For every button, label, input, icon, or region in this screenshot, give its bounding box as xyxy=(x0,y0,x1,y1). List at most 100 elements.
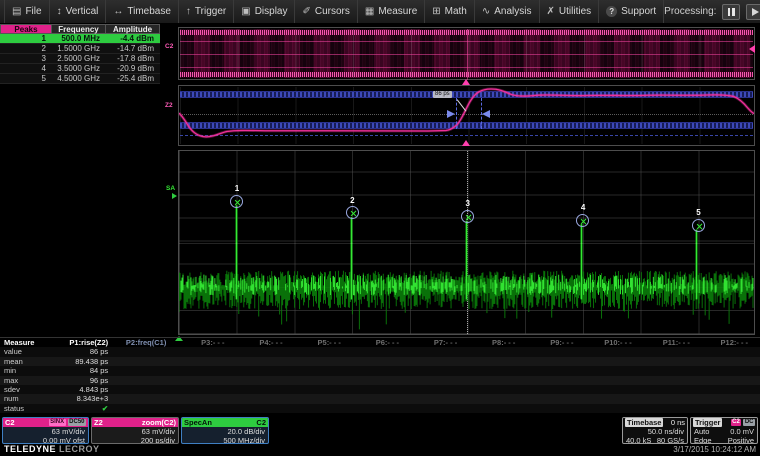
specan-descriptor-box[interactable]: SpecAn C2 20.0 dB/div 500 MHz/div xyxy=(181,417,269,444)
measure-value xyxy=(178,376,236,385)
peak-amplitude: -4.4 dBm xyxy=(106,34,160,43)
measure-col-header[interactable]: P2:freq(C1) xyxy=(120,338,178,347)
measure-value xyxy=(586,385,644,394)
spectrum-panel[interactable]: 12345 xyxy=(178,150,755,335)
z2-channel-marker: Z2 xyxy=(165,103,173,109)
measure-header-row: MeasureP1:rise(Z2)P2:freq(C1)P3:- - -P4:… xyxy=(0,338,760,347)
measure-value xyxy=(469,366,527,375)
measure-row-label: num xyxy=(0,394,62,403)
peak-row-5[interactable]: 5 4.5000 GHz -25.4 dBm xyxy=(0,74,160,84)
utilities-icon: ✗ xyxy=(547,6,555,17)
measure-value xyxy=(178,357,236,366)
timebase-box[interactable]: Timebase 0 ns 50.0 ns/div 40.0 kS 80 GS/… xyxy=(622,417,688,444)
measure-value xyxy=(120,394,178,403)
peak-marker-1[interactable] xyxy=(230,195,243,208)
z2-volts-per-div: 63 mV/div xyxy=(142,427,175,436)
measure-value xyxy=(644,385,702,394)
measure-value xyxy=(120,357,178,366)
c2-descriptor-box[interactable]: C2 SINX DC50 63 mV/div 0.00 mV ofst xyxy=(2,417,89,444)
c2-label: C2 xyxy=(5,418,15,427)
z2-descriptor-box[interactable]: Z2 zoom(C2) 63 mV/div 200 ps/div xyxy=(91,417,179,444)
trigger-box[interactable]: Trigger C2 DC Auto 0.0 mV Edge Positive xyxy=(690,417,758,444)
trigger-type: Edge xyxy=(694,436,712,444)
peaks-header-row: Peaks Frequency Amplitude xyxy=(0,24,160,34)
measure-value xyxy=(178,366,236,375)
measure-value xyxy=(237,404,295,413)
measure-value xyxy=(469,357,527,366)
measure-col-header[interactable]: P9:- - - xyxy=(527,338,585,347)
peak-marker-5[interactable] xyxy=(692,219,705,232)
menu-math[interactable]: ⊞Math xyxy=(425,0,475,23)
brand-logo: TELEDYNELECROY xyxy=(4,444,100,454)
peak-row-1[interactable]: 1 500.0 MHz -4.4 dBm xyxy=(0,34,160,44)
menu-timebase[interactable]: ↔Timebase xyxy=(106,0,179,23)
peak-row-2[interactable]: 2 1.5000 GHz -14.7 dBm xyxy=(0,44,160,54)
measure-row-num: num8.343e+3 xyxy=(0,394,760,403)
measure-value xyxy=(469,376,527,385)
peak-frequency: 4.5000 GHz xyxy=(52,74,106,83)
measure-value xyxy=(295,347,353,356)
peak-row-4[interactable]: 4 3.5000 GHz -20.9 dBm xyxy=(0,64,160,74)
measure-col-header[interactable]: P1:rise(Z2) xyxy=(62,338,120,347)
peak-marker-3[interactable] xyxy=(461,210,474,223)
menu-analysis[interactable]: ∿Analysis xyxy=(475,0,540,23)
measure-value xyxy=(295,404,353,413)
trigger-position-icon[interactable] xyxy=(462,140,470,146)
amplitude-header: Amplitude xyxy=(106,24,160,34)
cursors-icon: ✐ xyxy=(302,6,310,17)
c2-trigger-level-icon[interactable] xyxy=(749,45,755,53)
analysis-icon: ∿ xyxy=(482,6,490,17)
c2-offset: 0.00 mV ofst xyxy=(43,436,85,444)
pause-button[interactable] xyxy=(722,4,740,20)
menu-vertical[interactable]: ↕Vertical xyxy=(50,0,107,23)
menu-utilities[interactable]: ✗Utilities xyxy=(540,0,600,23)
z2-zoom-panel[interactable]: 86 ps xyxy=(178,85,755,146)
menu-trigger-label: Trigger xyxy=(195,6,226,17)
trigger-level: 0.0 mV xyxy=(730,427,754,436)
peak-row-3[interactable]: 3 2.5000 GHz -17.8 dBm xyxy=(0,54,160,64)
measure-value xyxy=(295,366,353,375)
trigger-mode: Auto xyxy=(694,427,709,436)
measure-value xyxy=(353,404,411,413)
measure-value xyxy=(702,385,760,394)
menu-measure-label: Measure xyxy=(378,6,417,17)
pause-icon xyxy=(728,8,735,16)
measure-col-header[interactable]: P3:- - - xyxy=(178,338,236,347)
measure-col-header[interactable]: P5:- - - xyxy=(295,338,353,347)
measure-col-header[interactable]: P10:- - - xyxy=(586,338,644,347)
menu-display[interactable]: ▣Display xyxy=(234,0,295,23)
measure-value xyxy=(237,366,295,375)
measure-value xyxy=(295,394,353,403)
measure-value xyxy=(411,404,469,413)
peak-amplitude: -25.4 dBm xyxy=(106,74,160,83)
measure-value xyxy=(411,376,469,385)
measure-value xyxy=(702,394,760,403)
menu-cursors-label: Cursors xyxy=(315,6,350,17)
menu-trigger[interactable]: ↑Trigger xyxy=(179,0,234,23)
peak-frequency: 1.5000 GHz xyxy=(52,44,106,53)
brand-bold: TELEDYNE xyxy=(4,444,56,454)
measure-col-header[interactable]: P4:- - - xyxy=(237,338,295,347)
peaks-table: Peaks Frequency Amplitude 1 500.0 MHz -4… xyxy=(0,24,160,84)
menu-cursors[interactable]: ✐ Cursors xyxy=(295,0,357,23)
menu-measure[interactable]: ▦Measure xyxy=(358,0,425,23)
trigger-source-badge: C2 xyxy=(731,419,742,426)
menu-support[interactable]: ?Support xyxy=(599,0,664,23)
measure-value xyxy=(120,404,178,413)
peak-marker-4[interactable] xyxy=(576,214,589,227)
datetime: 3/17/2015 10:24:12 AM xyxy=(673,445,756,454)
c2-volts-per-div: 63 mV/div xyxy=(52,427,85,436)
peak-marker-2[interactable] xyxy=(346,206,359,219)
measure-col-header[interactable]: P7:- - - xyxy=(411,338,469,347)
measure-value: 4.843 ps xyxy=(62,385,120,394)
menu-file[interactable]: ▤File xyxy=(4,0,50,23)
play-button[interactable] xyxy=(746,4,760,20)
peak-frequency: 500.0 MHz xyxy=(52,34,106,43)
c2-waveform-panel[interactable] xyxy=(178,27,755,80)
measure-col-header[interactable]: P8:- - - xyxy=(469,338,527,347)
specan-source: C2 xyxy=(256,418,266,427)
measure-row-label: min xyxy=(0,366,62,375)
measure-col-header[interactable]: P12:- - - xyxy=(702,338,760,347)
measure-col-header[interactable]: P11:- - - xyxy=(644,338,702,347)
measure-col-header[interactable]: P6:- - - xyxy=(353,338,411,347)
